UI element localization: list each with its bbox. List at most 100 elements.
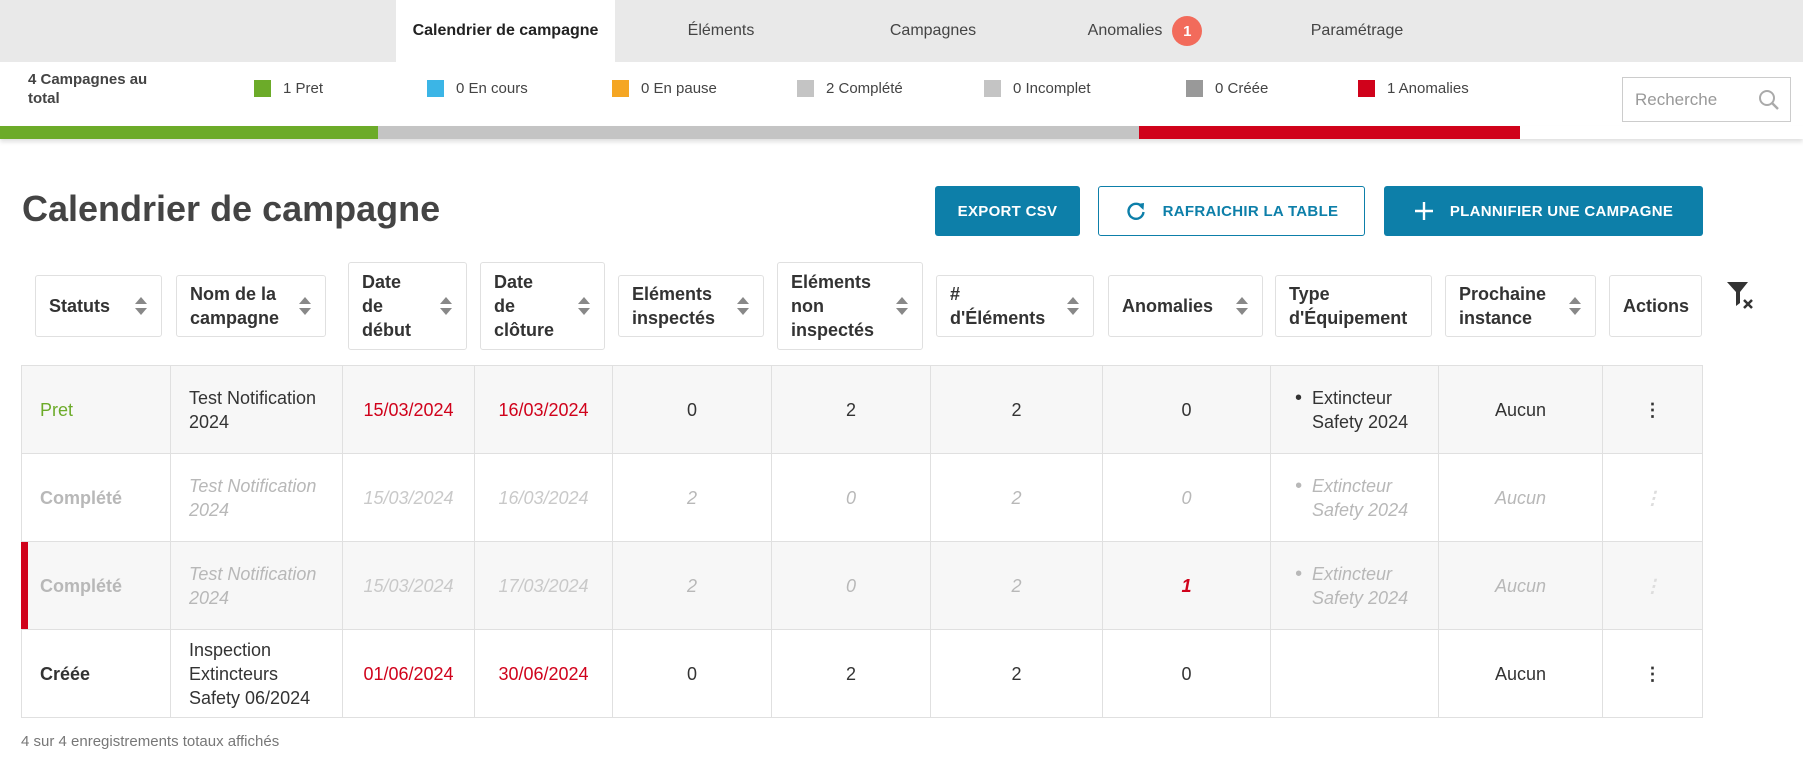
search-input[interactable]: Recherche xyxy=(1622,77,1791,122)
anomalies-count: 1 xyxy=(1181,575,1192,596)
cell-not-inspected: 0 xyxy=(772,454,931,541)
header-label: Date de début xyxy=(362,272,411,340)
cell-element-count: 2 xyxy=(931,366,1103,453)
next-instance: Aucun xyxy=(1494,399,1547,420)
sort-icon xyxy=(135,297,147,315)
inspected-count: 2 xyxy=(686,575,697,596)
tab-label: Éléments xyxy=(687,22,755,39)
sort-icon xyxy=(1067,297,1079,315)
cell-inspected: 0 xyxy=(613,630,772,717)
cell-not-inspected: 2 xyxy=(772,366,931,453)
cell-anomalies: 0 xyxy=(1103,454,1271,541)
next-instance: Aucun xyxy=(1494,487,1547,508)
records-count-footer: 4 sur 4 enregistrements totaux affichés xyxy=(21,733,280,750)
end-date: 16/03/2024 xyxy=(498,399,589,420)
progress-segment-complete xyxy=(378,126,1139,139)
cell-start-date: 15/03/2024 xyxy=(343,366,475,453)
stat-label: 0 Incomplet xyxy=(1013,80,1091,97)
header-date-debut[interactable]: Date de début xyxy=(348,262,467,350)
more-actions-icon[interactable]: ⋮ xyxy=(1644,574,1662,598)
anomalies-count-badge: 1 xyxy=(1172,16,1203,46)
cell-anomalies: 0 xyxy=(1103,366,1271,453)
table-row[interactable]: Créée Inspection Extincteurs Safety 06/2… xyxy=(21,630,1703,718)
cell-end-date: 16/03/2024 xyxy=(475,366,613,453)
top-navigation: Calendrier de campagne Éléments Campagne… xyxy=(0,0,1803,62)
cell-start-date: 01/06/2024 xyxy=(343,630,475,717)
not-inspected-count: 2 xyxy=(845,663,856,684)
cell-next-instance: Aucun xyxy=(1439,542,1603,629)
cell-name: Test Notification 2024 xyxy=(171,454,343,541)
button-label: EXPORT CSV xyxy=(957,202,1058,220)
cell-inspected: 2 xyxy=(613,542,772,629)
header-statuts[interactable]: Statuts xyxy=(35,275,162,337)
header-elements-inspectes[interactable]: Eléments inspectés xyxy=(618,275,764,337)
stat-label: 0 En pause xyxy=(641,80,717,97)
tab-calendrier[interactable]: Calendrier de campagne xyxy=(396,0,615,62)
cell-element-count: 2 xyxy=(931,454,1103,541)
tab-label: Anomalies xyxy=(1087,22,1163,39)
header-nom[interactable]: Nom de la campagne xyxy=(176,275,326,337)
campaign-name: Inspection Extincteurs Safety 06/2024 xyxy=(189,639,311,708)
cell-equipment: • Extincteur Safety 2024 xyxy=(1271,542,1439,629)
anomalies-count: 0 xyxy=(1181,399,1192,420)
element-count: 2 xyxy=(1011,575,1022,596)
stat-en-pause: 0 En pause xyxy=(612,80,717,97)
legend-swatch xyxy=(254,80,271,97)
header-label: Nom de la campagne xyxy=(190,284,280,328)
cell-status: Créée xyxy=(22,630,171,717)
header-elements-non-inspectes[interactable]: Eléments non inspectés xyxy=(777,262,923,350)
table-row[interactable]: Complété Test Notification 2024 15/03/20… xyxy=(21,542,1703,630)
progress-segment-anomalies xyxy=(1139,126,1520,139)
more-actions-icon[interactable]: ⋮ xyxy=(1644,398,1662,422)
header-prochaine-instance[interactable]: Prochaine instance xyxy=(1445,275,1596,337)
cell-start-date: 15/03/2024 xyxy=(343,542,475,629)
tab-label: Campagnes xyxy=(889,22,977,39)
progress-segment-pret xyxy=(0,126,378,139)
table-row[interactable]: Pret Test Notification 2024 15/03/2024 1… xyxy=(21,366,1703,454)
sort-icon xyxy=(299,297,311,315)
cell-actions: ⋮ xyxy=(1603,454,1702,541)
header-nombre-elements[interactable]: # d'Éléments xyxy=(936,275,1094,337)
legend-swatch xyxy=(1186,80,1203,97)
inspected-count: 2 xyxy=(686,487,697,508)
tab-label: Calendrier de campagne xyxy=(412,22,599,39)
header-actions: Actions xyxy=(1609,275,1702,337)
refresh-table-button[interactable]: RAFRAICHIR LA TABLE xyxy=(1098,186,1365,236)
header-date-cloture[interactable]: Date de clôture xyxy=(480,262,605,350)
cell-anomalies: 0 xyxy=(1103,630,1271,717)
cell-next-instance: Aucun xyxy=(1439,630,1603,717)
status-progress-bar xyxy=(0,126,1803,139)
tab-elements[interactable]: Éléments xyxy=(615,0,827,62)
header-label: Date de clôture xyxy=(494,272,555,340)
element-count: 2 xyxy=(1011,399,1022,420)
status-summary-bar: 4 Campagnes au total 1 Pret 0 En cours 0… xyxy=(0,62,1803,126)
tab-campagnes[interactable]: Campagnes xyxy=(827,0,1039,62)
cell-status: Complété xyxy=(22,542,171,629)
clear-filter-icon[interactable] xyxy=(1726,280,1754,310)
button-label: RAFRAICHIR LA TABLE xyxy=(1162,202,1339,220)
sort-icon xyxy=(440,297,452,315)
stat-complete: 2 Complété xyxy=(797,80,903,97)
plan-campaign-button[interactable]: PLANNIFIER UNE CAMPAGNE xyxy=(1384,186,1703,236)
cell-actions: ⋮ xyxy=(1603,630,1702,717)
status-label: Complété xyxy=(40,575,123,596)
start-date: 15/03/2024 xyxy=(363,399,454,420)
table-row[interactable]: Complété Test Notification 2024 15/03/20… xyxy=(21,454,1703,542)
tab-anomalies[interactable]: Anomalies 1 xyxy=(1039,0,1251,62)
export-csv-button[interactable]: EXPORT CSV xyxy=(935,186,1080,236)
header-label: # d'Éléments xyxy=(950,284,1046,328)
more-actions-icon[interactable]: ⋮ xyxy=(1644,662,1662,686)
cell-end-date: 16/03/2024 xyxy=(475,454,613,541)
header-anomalies[interactable]: Anomalies xyxy=(1108,275,1263,337)
stat-label: 1 Pret xyxy=(283,80,324,97)
search-icon[interactable] xyxy=(1758,89,1780,111)
legend-swatch xyxy=(984,80,1001,97)
stat-creee: 0 Créée xyxy=(1186,80,1268,97)
more-actions-icon[interactable]: ⋮ xyxy=(1644,486,1662,510)
sort-icon xyxy=(1236,297,1248,315)
cell-anomalies: 1 xyxy=(1103,542,1271,629)
header-label: Anomalies xyxy=(1122,296,1214,316)
anomalies-count: 0 xyxy=(1181,487,1192,508)
tab-parametrage[interactable]: Paramétrage xyxy=(1251,0,1463,62)
status-label: Complété xyxy=(40,487,123,508)
